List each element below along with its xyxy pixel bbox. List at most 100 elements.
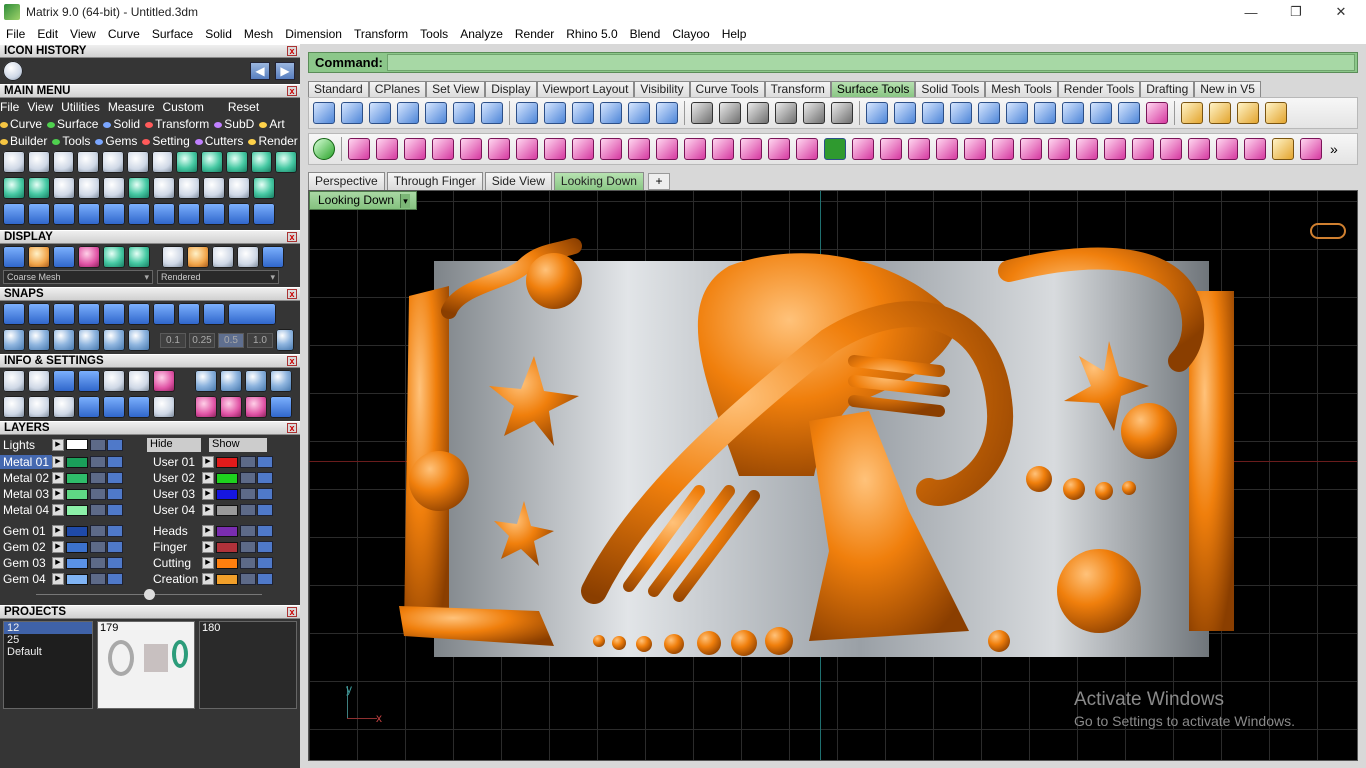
grid-snap-icon[interactable]: [3, 329, 25, 351]
spin-icon[interactable]: [1272, 138, 1294, 160]
global-icon[interactable]: [270, 396, 292, 418]
close-icon[interactable]: x: [287, 607, 297, 617]
main-menu-item[interactable]: File: [0, 100, 27, 114]
menu-item[interactable]: Transform: [348, 24, 414, 44]
current-layer-icon[interactable]: [107, 541, 123, 553]
layer-row[interactable]: Cutting ▶: [150, 555, 300, 571]
technical-display-icon[interactable]: [128, 246, 150, 268]
shell-icon[interactable]: [572, 138, 594, 160]
sweep1-icon[interactable]: [544, 102, 566, 124]
toolbar-tab[interactable]: Standard: [308, 81, 369, 97]
pave-tool-icon[interactable]: [176, 151, 198, 173]
viewport-tab[interactable]: Perspective: [308, 172, 385, 190]
extract-icon[interactable]: [880, 138, 902, 160]
mesh-mode-dropdown[interactable]: Coarse Mesh: [3, 270, 153, 284]
settings-icon[interactable]: [3, 370, 25, 392]
lock-icon[interactable]: [240, 472, 256, 484]
layer-name[interactable]: Metal 01: [0, 455, 52, 469]
expand-icon[interactable]: ▶: [202, 557, 214, 569]
explode-icon[interactable]: [768, 138, 790, 160]
command-input[interactable]: [387, 54, 1355, 71]
project-thumb-2[interactable]: 180: [199, 621, 297, 709]
brush-icon[interactable]: [1104, 138, 1126, 160]
layer-color-swatch[interactable]: [66, 504, 88, 516]
snap-value-4[interactable]: 1.0: [247, 332, 273, 348]
axis-snap-icon[interactable]: [128, 329, 150, 351]
layer-color-swatch[interactable]: [66, 456, 88, 468]
draft-icon[interactable]: [1265, 102, 1287, 124]
pencil-icon[interactable]: [1034, 102, 1056, 124]
layer-row[interactable]: User 01 ▶: [150, 454, 300, 470]
layer-name[interactable]: User 02: [150, 471, 202, 485]
history-icon[interactable]: [195, 396, 217, 418]
plane-icon[interactable]: [313, 102, 335, 124]
planar-surface-icon[interactable]: [397, 102, 419, 124]
current-layer-icon[interactable]: [107, 573, 123, 585]
toolbar-tab[interactable]: Render Tools: [1057, 81, 1141, 97]
layer-color-swatch[interactable]: [216, 504, 238, 516]
layer-name[interactable]: User 03: [150, 487, 202, 501]
layer-name[interactable]: Gem 03: [0, 556, 52, 570]
ghosted-display-icon[interactable]: [28, 246, 50, 268]
curvature-icon[interactable]: [1237, 102, 1259, 124]
cube-icon[interactable]: [53, 396, 75, 418]
xray-display-icon[interactable]: [103, 246, 125, 268]
layer-row[interactable]: Heads ▶: [150, 523, 300, 539]
lock-icon[interactable]: [240, 525, 256, 537]
current-layer-icon[interactable]: [257, 472, 273, 484]
extrude-icon[interactable]: [425, 102, 447, 124]
snap-value-1[interactable]: 0.1: [160, 332, 186, 348]
chain-tool-icon[interactable]: [78, 177, 100, 199]
current-layer-icon[interactable]: [257, 541, 273, 553]
filter-icon[interactable]: [103, 396, 125, 418]
close-icon[interactable]: x: [287, 46, 297, 56]
lock-icon[interactable]: [90, 541, 106, 553]
chamfer-icon[interactable]: [628, 138, 650, 160]
layers-info-icon[interactable]: [53, 370, 75, 392]
toolbar-tab[interactable]: Transform: [764, 81, 831, 97]
array-tool-icon[interactable]: [228, 203, 250, 225]
edit-info-icon[interactable]: [128, 370, 150, 392]
array-icon[interactable]: [908, 138, 930, 160]
lock-icon[interactable]: [90, 504, 106, 516]
toolbar-tab[interactable]: Surface Tools: [830, 81, 916, 97]
main-menu-item[interactable]: Solid: [103, 117, 145, 131]
layer-color-swatch[interactable]: [216, 525, 238, 537]
current-layer-icon[interactable]: [257, 573, 273, 585]
match-icon[interactable]: [831, 102, 853, 124]
main-menu-item[interactable]: Transform: [145, 117, 214, 131]
patch-icon[interactable]: [628, 102, 650, 124]
menu-item[interactable]: Blend: [624, 24, 667, 44]
offset-icon[interactable]: [656, 138, 678, 160]
bead-tool-icon[interactable]: [250, 151, 273, 173]
main-menu-item[interactable]: View: [27, 100, 61, 114]
current-layer-icon[interactable]: [257, 557, 273, 569]
gem-seat-icon[interactable]: [253, 177, 275, 199]
wave-icon[interactable]: [1020, 138, 1042, 160]
viewport-label[interactable]: Looking Down ▾: [309, 191, 418, 210]
close-button[interactable]: ✕: [1318, 0, 1364, 24]
layer-color-swatch[interactable]: [216, 541, 238, 553]
menu-item[interactable]: Clayoo: [666, 24, 715, 44]
layer-name[interactable]: Creation: [150, 572, 202, 586]
cap-icon[interactable]: [544, 138, 566, 160]
tan-snap-icon[interactable]: [203, 303, 225, 325]
layer-name[interactable]: User 01: [150, 455, 202, 469]
printer-tool-icon[interactable]: [203, 177, 225, 199]
frame-tool-icon[interactable]: [178, 203, 200, 225]
viewport-tab[interactable]: Side View: [484, 172, 552, 190]
snap-value-2[interactable]: 0.25: [189, 332, 215, 348]
scatter-tool-icon[interactable]: [275, 151, 297, 173]
fillet-icon[interactable]: [600, 138, 622, 160]
main-menu-item[interactable]: Utilities: [61, 100, 108, 114]
cage-icon[interactable]: [894, 102, 916, 124]
curve-tool-icon[interactable]: [3, 177, 25, 199]
history-item-icon[interactable]: [3, 61, 23, 81]
viewport-tab[interactable]: Looking Down: [553, 172, 644, 190]
layer-name[interactable]: Finger: [150, 540, 202, 554]
mid-snap-icon[interactable]: [28, 303, 50, 325]
current-layer-icon[interactable]: [107, 456, 123, 468]
arc-tool-icon[interactable]: [28, 203, 50, 225]
expand-icon[interactable]: ▶: [202, 456, 214, 468]
price-icon[interactable]: [245, 370, 267, 392]
